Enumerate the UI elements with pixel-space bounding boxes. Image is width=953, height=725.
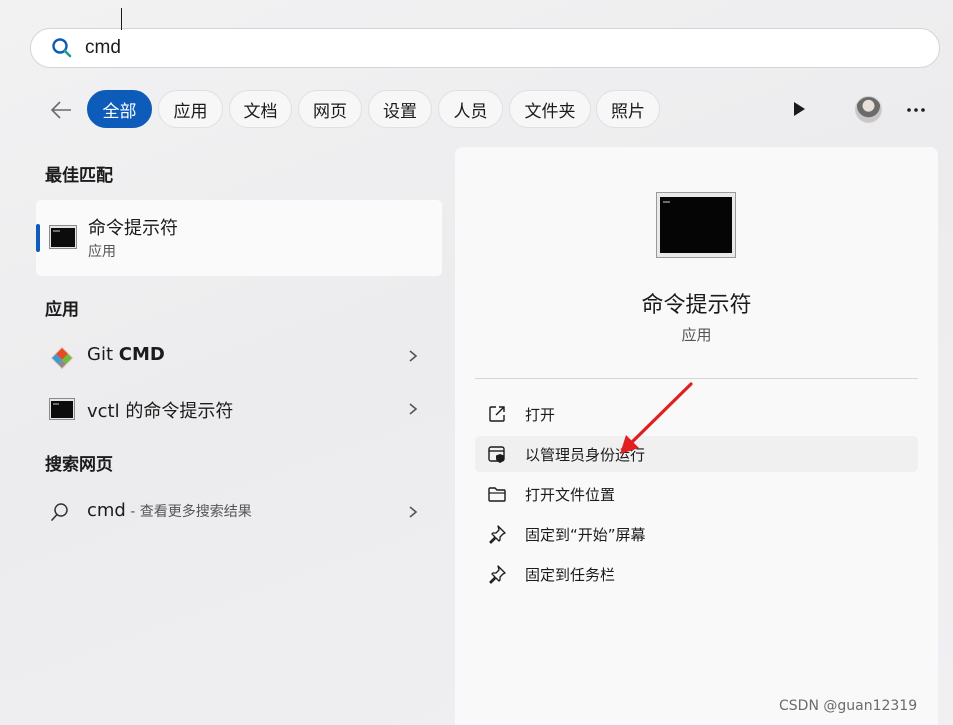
best-match-title: 命令提示符	[88, 218, 178, 239]
apps-heading: 应用	[45, 300, 79, 320]
chevron-right-icon[interactable]	[406, 348, 420, 364]
detail-subtitle: 应用	[681, 326, 712, 344]
text-caret	[121, 8, 122, 30]
tab-all[interactable]: 全部	[87, 90, 152, 128]
command-prompt-icon	[49, 225, 77, 249]
action-open-file-location[interactable]: 打开文件位置	[475, 476, 918, 512]
search-box[interactable]	[30, 28, 940, 68]
action-label: 打开文件位置	[525, 486, 616, 504]
more-options-icon[interactable]	[903, 100, 929, 120]
list-item-label: vctl 的命令提示符	[87, 401, 234, 422]
tab-documents[interactable]: 文档	[229, 90, 292, 128]
avatar[interactable]	[855, 96, 882, 123]
best-match-subtitle: 应用	[88, 244, 116, 260]
pin-icon	[489, 525, 506, 544]
action-label: 打开	[525, 406, 556, 424]
tab-folders[interactable]: 文件夹	[509, 90, 591, 128]
git-icon	[50, 346, 74, 370]
list-item-git-cmd[interactable]: Git CMD	[36, 334, 442, 378]
divider	[475, 378, 918, 379]
selection-indicator	[36, 224, 40, 252]
annotation-arrow	[620, 382, 693, 454]
list-item-label: Git CMD	[87, 344, 165, 365]
web-search-heading: 搜索网页	[45, 455, 113, 475]
pin-icon	[489, 565, 506, 584]
search-icon	[51, 503, 68, 521]
best-match-card[interactable]: 命令提示符 应用	[36, 200, 442, 276]
list-item-web-search[interactable]: cmd - 查看更多搜索结果	[36, 490, 442, 534]
list-item-vctl[interactable]: vctl 的命令提示符	[36, 387, 442, 431]
chevron-right-icon[interactable]	[406, 401, 420, 417]
watermark: CSDN @guan12319	[779, 698, 918, 714]
command-prompt-icon	[656, 192, 736, 258]
tab-photos[interactable]: 照片	[596, 90, 660, 128]
tab-web[interactable]: 网页	[298, 90, 362, 128]
shield-admin-icon	[488, 446, 505, 463]
action-pin-to-taskbar[interactable]: 固定到任务栏	[475, 556, 918, 592]
tab-apps[interactable]: 应用	[158, 90, 223, 128]
detail-title: 命令提示符	[641, 293, 752, 318]
action-label: 固定到“开始”屏幕	[525, 526, 646, 544]
action-pin-to-start[interactable]: 固定到“开始”屏幕	[475, 516, 918, 552]
chevron-right-icon[interactable]	[406, 504, 420, 520]
list-item-label: cmd - 查看更多搜索结果	[87, 500, 252, 521]
search-input[interactable]	[85, 35, 905, 61]
tab-settings[interactable]: 设置	[368, 90, 432, 128]
action-label: 固定到任务栏	[525, 566, 616, 584]
best-match-heading: 最佳匹配	[45, 166, 113, 186]
search-icon	[52, 38, 72, 58]
back-button[interactable]	[46, 96, 76, 124]
open-external-icon	[489, 406, 505, 422]
command-prompt-icon	[49, 398, 75, 420]
folder-icon	[488, 487, 506, 502]
tab-people[interactable]: 人员	[438, 90, 503, 128]
play-icon[interactable]	[788, 98, 810, 120]
back-arrow-icon	[50, 101, 71, 119]
